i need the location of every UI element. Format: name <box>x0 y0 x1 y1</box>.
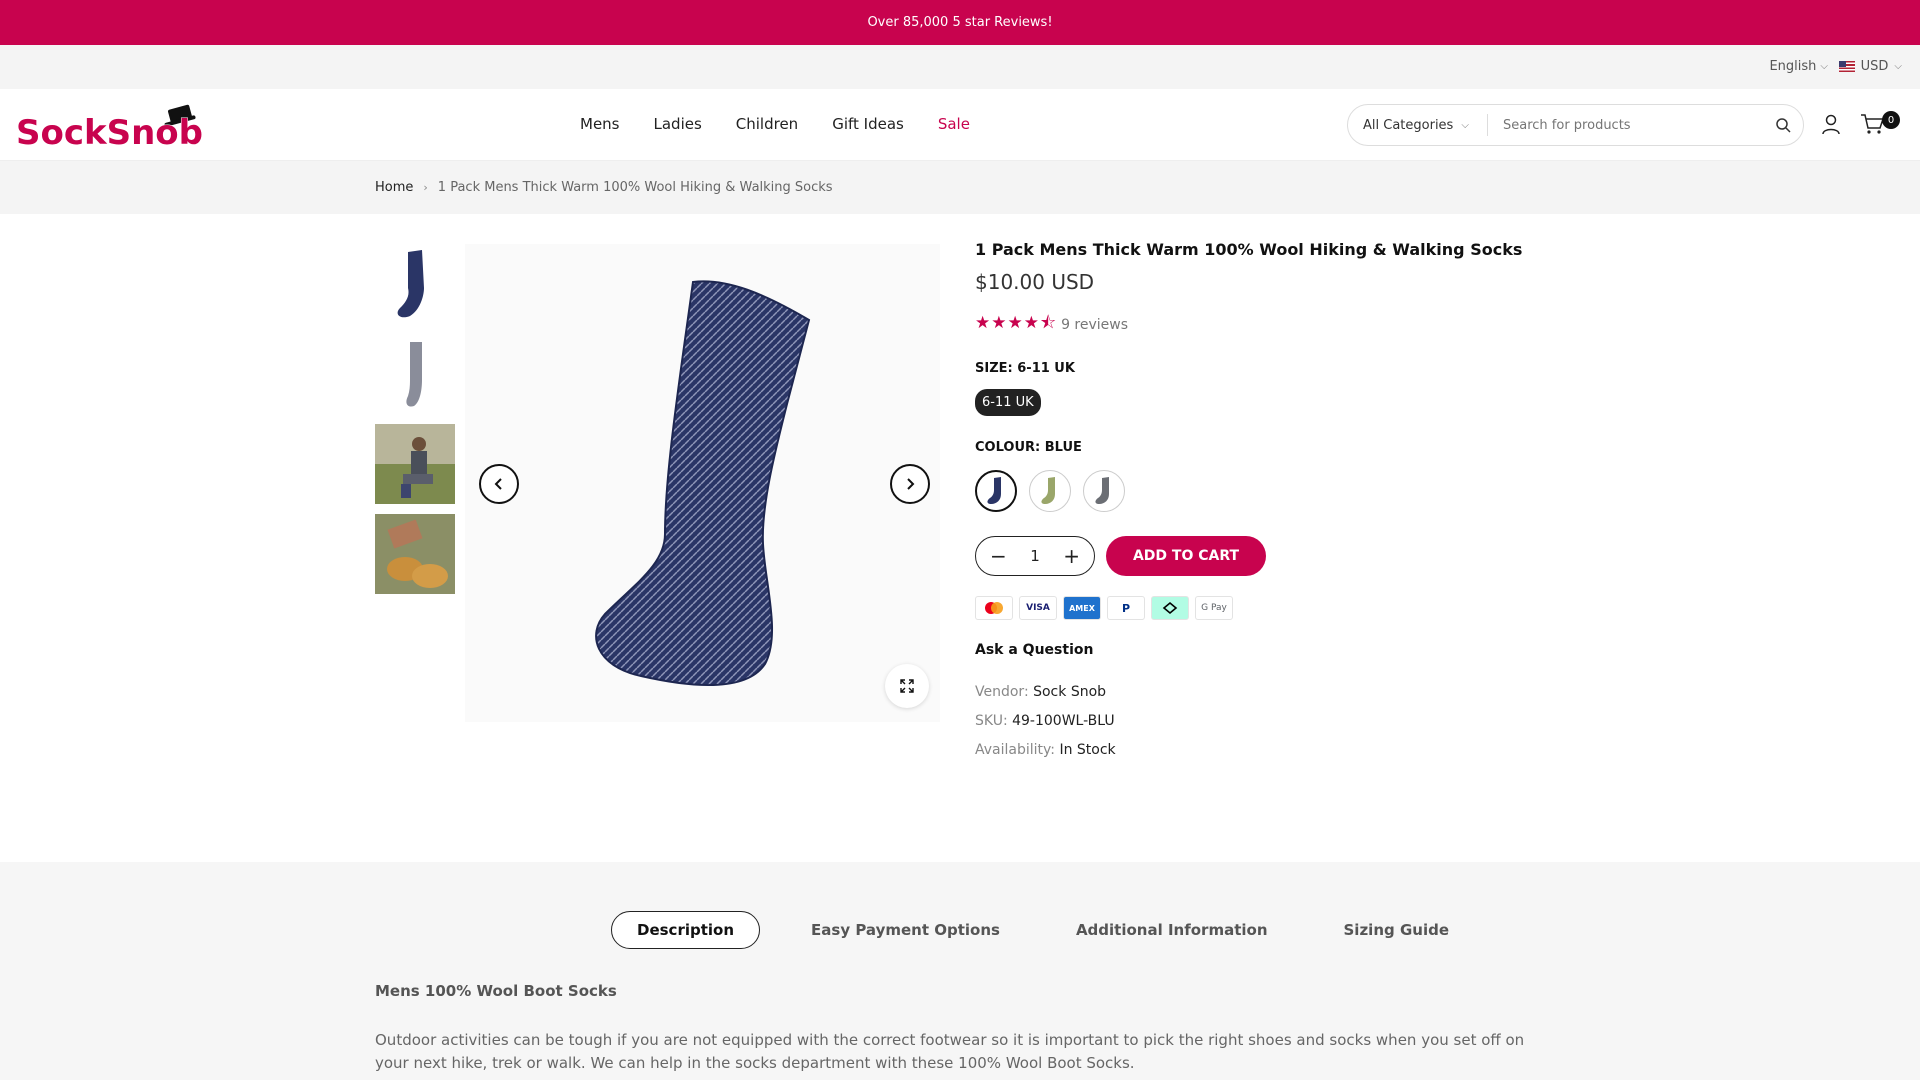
next-image-button[interactable] <box>890 464 930 504</box>
rating[interactable]: ★★★★⯪ 9 reviews <box>975 310 1535 339</box>
product-tabs-section: Description Easy Payment Options Additio… <box>0 862 1920 1080</box>
description-title: Mens 100% Wool Boot Socks <box>375 982 617 1000</box>
swatch-grey[interactable] <box>1083 470 1125 512</box>
announcement-text: Over 85,000 5 star Reviews! <box>867 15 1053 30</box>
sock-swatch-grey-icon <box>1095 477 1109 504</box>
search-icon <box>1776 118 1791 133</box>
logo[interactable]: SockSnob <box>14 97 204 154</box>
chevron-down-icon: ⌵ <box>1820 61 1828 72</box>
gpay-icon: G Pay <box>1195 596 1233 620</box>
tab-description[interactable]: Description <box>611 911 761 949</box>
chevron-right-icon <box>907 478 915 490</box>
nav-mens[interactable]: Mens <box>580 115 620 133</box>
currency-selector[interactable]: USD ⌵ <box>1838 59 1902 74</box>
lifestyle-image-hiker <box>375 424 455 504</box>
quantity-value[interactable]: 1 <box>1030 547 1040 565</box>
colour-selected: BLUE <box>1044 440 1082 455</box>
availability-value: In Stock <box>1059 742 1116 758</box>
thumbnail-list <box>375 244 455 604</box>
announcement-bar: Over 85,000 5 star Reviews! <box>0 0 1920 45</box>
product-info: 1 Pack Mens Thick Warm 100% Wool Hiking … <box>975 240 1535 765</box>
tab-additional-info[interactable]: Additional Information <box>1051 912 1293 948</box>
language-selector[interactable]: English ⌵ <box>1769 59 1828 74</box>
buy-row: − 1 + ADD TO CART <box>975 536 1535 576</box>
tab-easy-payment[interactable]: Easy Payment Options <box>786 912 1025 948</box>
product-title: 1 Pack Mens Thick Warm 100% Wool Hiking … <box>975 240 1523 259</box>
thumbnail-3[interactable] <box>375 424 455 504</box>
cart-button[interactable]: 0 <box>1860 111 1900 139</box>
nav-gift-ideas[interactable]: Gift Ideas <box>832 115 904 133</box>
vendor-row: Vendor: Sock Snob <box>975 684 1107 700</box>
add-to-cart-button[interactable]: ADD TO CART <box>1106 536 1266 576</box>
sock-swatch-green-icon <box>1041 477 1055 504</box>
amex-icon: AMEX <box>1063 596 1101 620</box>
colour-swatches <box>975 470 1535 512</box>
afterpay-icon <box>1151 596 1189 620</box>
socksnob-logo: SockSnob <box>16 104 204 154</box>
site-header: SockSnob Mens Ladies Children Gift Ideas… <box>0 89 1920 160</box>
chevron-down-icon: ⌵ <box>1894 61 1902 72</box>
swatch-green[interactable] <box>1029 470 1071 512</box>
product-tabs: Description Easy Payment Options Additio… <box>611 911 1474 949</box>
vendor-value[interactable]: Sock Snob <box>1033 684 1106 700</box>
decrease-button[interactable]: − <box>990 546 1007 566</box>
header-icons: 0 <box>1820 111 1900 139</box>
description-text: Outdoor activities can be tough if you a… <box>375 1031 1525 1072</box>
search-input[interactable] <box>1488 117 1763 133</box>
breadcrumb-home[interactable]: Home <box>375 180 413 195</box>
size-selected: 6-11 UK <box>1017 361 1075 376</box>
thumbnail-4[interactable] <box>375 514 455 594</box>
main-product-image <box>465 244 940 722</box>
sock-image-blue-large <box>595 280 811 686</box>
paypal-icon: P <box>1107 596 1145 620</box>
availability-row: Availability: In Stock <box>975 742 1116 758</box>
top-bar: English ⌵ USD ⌵ <box>0 45 1920 89</box>
swatch-blue[interactable] <box>975 470 1017 512</box>
thumbnail-1[interactable] <box>375 244 455 324</box>
svg-text:SockSnob: SockSnob <box>16 113 203 153</box>
nav-children[interactable]: Children <box>736 115 798 133</box>
cart-icon <box>1861 114 1885 134</box>
us-flag-icon <box>1838 61 1855 72</box>
ask-question-link[interactable]: Ask a Question <box>975 642 1535 658</box>
size-option[interactable]: 6-11 UK <box>975 389 1041 416</box>
product-price: $10.00 USD <box>975 270 1095 294</box>
colour-label: COLOUR: BLUE <box>975 440 1082 455</box>
breadcrumb: Home › 1 Pack Mens Thick Warm 100% Wool … <box>0 160 1920 214</box>
sock-image-grey <box>406 342 422 407</box>
category-dropdown[interactable]: All Categories ⌵ <box>1348 114 1488 136</box>
breadcrumb-current: 1 Pack Mens Thick Warm 100% Wool Hiking … <box>437 180 833 195</box>
prev-image-button[interactable] <box>479 464 519 504</box>
chevron-left-icon <box>494 478 502 490</box>
chevron-down-icon: ⌵ <box>1461 119 1469 131</box>
sock-image-blue <box>397 250 424 318</box>
search-button[interactable] <box>1763 117 1803 133</box>
chevron-right-icon: › <box>423 181 428 194</box>
thumbnail-2[interactable] <box>375 334 455 414</box>
tab-sizing-guide[interactable]: Sizing Guide <box>1319 912 1475 948</box>
mastercard-icon <box>975 596 1013 620</box>
zoom-button[interactable] <box>885 664 929 708</box>
star-rating-icon: ★★★★⯪ <box>975 313 1058 333</box>
review-count: 9 reviews <box>1061 316 1129 333</box>
sku-row: SKU: 49-100WL-BLU <box>975 713 1115 729</box>
product-meta: Vendor: Sock Snob SKU: 49-100WL-BLU Avai… <box>975 678 1535 765</box>
main-nav: Mens Ladies Children Gift Ideas Sale <box>580 115 970 133</box>
size-label: SIZE: 6-11 UK <box>975 361 1075 376</box>
account-icon[interactable] <box>1820 113 1842 135</box>
nav-ladies[interactable]: Ladies <box>654 115 702 133</box>
visa-icon: VISA <box>1019 596 1057 620</box>
expand-icon <box>900 679 914 693</box>
nav-sale[interactable]: Sale <box>938 115 970 133</box>
sock-swatch-blue-icon <box>987 477 1001 504</box>
increase-button[interactable]: + <box>1063 546 1080 566</box>
payment-icons: VISA AMEX P G Pay <box>975 596 1535 620</box>
sku-value: 49-100WL-BLU <box>1012 713 1115 729</box>
lifestyle-image-boots <box>375 514 455 594</box>
search-bar: All Categories ⌵ <box>1347 104 1804 146</box>
cart-count-badge: 0 <box>1882 111 1900 129</box>
quantity-stepper: − 1 + <box>975 536 1095 576</box>
